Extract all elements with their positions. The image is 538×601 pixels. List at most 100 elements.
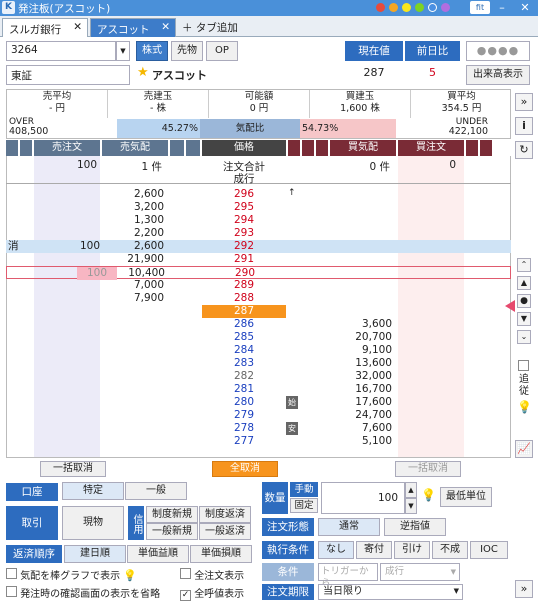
purple-dot-icon[interactable]	[441, 3, 450, 12]
sort-loss-button[interactable]: 単価損順	[190, 545, 252, 563]
sell-quote-cell	[102, 435, 164, 448]
follow-checkbox[interactable]	[518, 360, 529, 371]
skip-confirm-checkbox[interactable]	[6, 586, 17, 597]
board-row[interactable]: 2,200 293	[6, 227, 511, 240]
quantity-down-icon[interactable]: ▼	[405, 498, 417, 514]
trigger-input[interactable]: トリガーから	[318, 563, 378, 589]
board-row[interactable]: 21,900 291	[6, 253, 511, 266]
type-option-button[interactable]: OP	[206, 41, 238, 61]
scroll-down-icon[interactable]: ▼	[517, 312, 531, 326]
board-row[interactable]: 277 5,100	[6, 435, 511, 448]
board-row[interactable]: 284 9,100	[6, 344, 511, 357]
board-row[interactable]: 285 20,700	[6, 331, 511, 344]
quantity-fixed-button[interactable]: 固定	[290, 498, 318, 513]
minimize-icon[interactable]: –	[495, 1, 509, 15]
close-icon[interactable]: ✕	[518, 1, 532, 15]
tab-suruga[interactable]: スルガ銀行 ✕	[2, 18, 88, 37]
bar-graph-check-row[interactable]: 気配を棒グラフで表示 💡	[6, 567, 137, 582]
board-row[interactable]: 287	[6, 305, 511, 318]
board-row[interactable]: 1,300 294	[6, 214, 511, 227]
credit-system-new-button[interactable]: 制度新規	[146, 506, 198, 523]
board-row[interactable]: 100 10,400 290	[6, 266, 511, 280]
cancel-all-button[interactable]: 全取消	[212, 461, 278, 477]
all-orders-check-row[interactable]: 全注文表示	[180, 567, 244, 582]
board-row[interactable]: 3,200 295	[6, 201, 511, 214]
sort-profit-button[interactable]: 単価益順	[127, 545, 189, 563]
order-type-stop-button[interactable]: 逆指値	[384, 518, 446, 536]
board-row[interactable]: 消 100 2,600 292	[6, 240, 511, 253]
account-specific-button[interactable]: 特定	[62, 482, 124, 500]
board-row[interactable]: 2,600 296	[6, 188, 511, 201]
type-stock-button[interactable]: 株式	[136, 41, 168, 61]
scroll-bottom-icon[interactable]: ⌄	[517, 330, 531, 344]
sort-date-button[interactable]: 建日順	[64, 545, 126, 563]
board-row[interactable]: 280 始 17,600	[6, 396, 511, 409]
cancel-mark	[8, 435, 20, 448]
close-tab-icon[interactable]: ✕	[161, 21, 170, 33]
tab-bar: スルガ銀行 ✕ アスコット ✕ ＋ タブ追加	[0, 16, 538, 37]
red-dot-icon[interactable]	[376, 3, 385, 12]
symbol-code-input[interactable]: 3264	[6, 41, 116, 61]
skip-confirm-check-row[interactable]: 発注時の確認画面の表示を省略	[6, 585, 160, 600]
cancel-mark	[8, 227, 20, 240]
board-row[interactable]: 282 32,000	[6, 370, 511, 383]
sell-order-cell	[34, 305, 100, 318]
tab-ascot[interactable]: アスコット ✕	[90, 18, 176, 37]
type-futures-button[interactable]: 先物	[171, 41, 203, 61]
credit-system-repay-button[interactable]: 制度返済	[199, 506, 251, 523]
buy-average: 買平均 354.5 円	[441, 91, 482, 114]
expand-icon[interactable]: »	[515, 93, 533, 111]
board-row[interactable]: 278 安 7,600	[6, 422, 511, 435]
all-ticks-check-row[interactable]: ✓ 全呼値表示	[180, 585, 244, 601]
board-row[interactable]: 7,900 288	[6, 292, 511, 305]
refresh-icon[interactable]: ↻	[515, 141, 533, 159]
exec-funari-button[interactable]: 不成	[432, 541, 468, 559]
scroll-center-icon[interactable]: ●	[517, 294, 531, 308]
account-general-button[interactable]: 一般	[125, 482, 187, 500]
trigger-select[interactable]: 成行 ▼	[380, 563, 460, 581]
order-type-normal-button[interactable]: 通常	[318, 518, 380, 536]
symbol-dropdown-icon[interactable]: ▼	[116, 41, 130, 61]
green-dot-icon[interactable]	[415, 3, 424, 12]
info-icon[interactable]: i	[515, 117, 533, 135]
board-row[interactable]: 286 3,600	[6, 318, 511, 331]
exec-open-button[interactable]: 寄付	[356, 541, 392, 559]
min-unit-button[interactable]: 最低単位	[440, 487, 492, 507]
fit-button[interactable]: fit	[470, 1, 490, 14]
exec-close-button[interactable]: 引け	[394, 541, 430, 559]
exec-none-button[interactable]: なし	[318, 541, 354, 559]
credit-general-repay-button[interactable]: 一般返済	[199, 523, 251, 540]
blue-dot-icon[interactable]	[428, 3, 437, 12]
volume-display-button[interactable]: 出来高表示	[466, 65, 530, 85]
close-tab-icon[interactable]: ✕	[73, 21, 82, 33]
bar-graph-checkbox[interactable]	[6, 568, 17, 579]
board-row[interactable]: 283 13,600	[6, 357, 511, 370]
credit-general-new-button[interactable]: 一般新規	[146, 523, 198, 540]
exec-ioc-button[interactable]: IOC	[470, 541, 508, 559]
exchange-field[interactable]: 東証	[6, 65, 130, 85]
board-row[interactable]: 281 16,700	[6, 383, 511, 396]
quantity-input[interactable]: 100	[321, 482, 405, 514]
favorite-star-icon[interactable]: ★	[137, 65, 149, 80]
add-tab-button[interactable]: ＋ タブ追加	[182, 20, 238, 35]
board-row[interactable]: 7,000 289	[6, 279, 511, 292]
price-tag: 始	[286, 396, 298, 409]
all-ticks-checkbox[interactable]: ✓	[180, 590, 191, 601]
yellow-dot-icon[interactable]	[402, 3, 411, 12]
collapse-icon[interactable]: »	[515, 580, 533, 598]
bulk-cancel-buy-button[interactable]: 一括取消	[395, 461, 461, 477]
quantity-up-icon[interactable]: ▲	[405, 482, 417, 498]
buy-quote-cell: 7,600	[361, 422, 392, 434]
bulk-cancel-sell-button[interactable]: 一括取消	[40, 461, 106, 477]
order-board[interactable]: 2,600 296 3,200 295 1,300 294 2,200 293 消 100 2,60…	[0, 188, 538, 458]
buy-quote-cell: 24,700	[355, 409, 392, 421]
all-orders-checkbox[interactable]	[180, 568, 191, 579]
scroll-up-icon[interactable]: ▲	[517, 276, 531, 290]
period-select[interactable]: 当日限り ▼	[318, 584, 463, 600]
scroll-top-icon[interactable]: ⌃	[517, 258, 531, 272]
trade-spot-button[interactable]: 現物	[62, 506, 124, 540]
orange-dot-icon[interactable]	[389, 3, 398, 12]
chart-icon[interactable]: 📈	[515, 440, 533, 458]
board-row[interactable]: 279 24,700	[6, 409, 511, 422]
quantity-manual-label[interactable]: 手動	[290, 482, 318, 497]
